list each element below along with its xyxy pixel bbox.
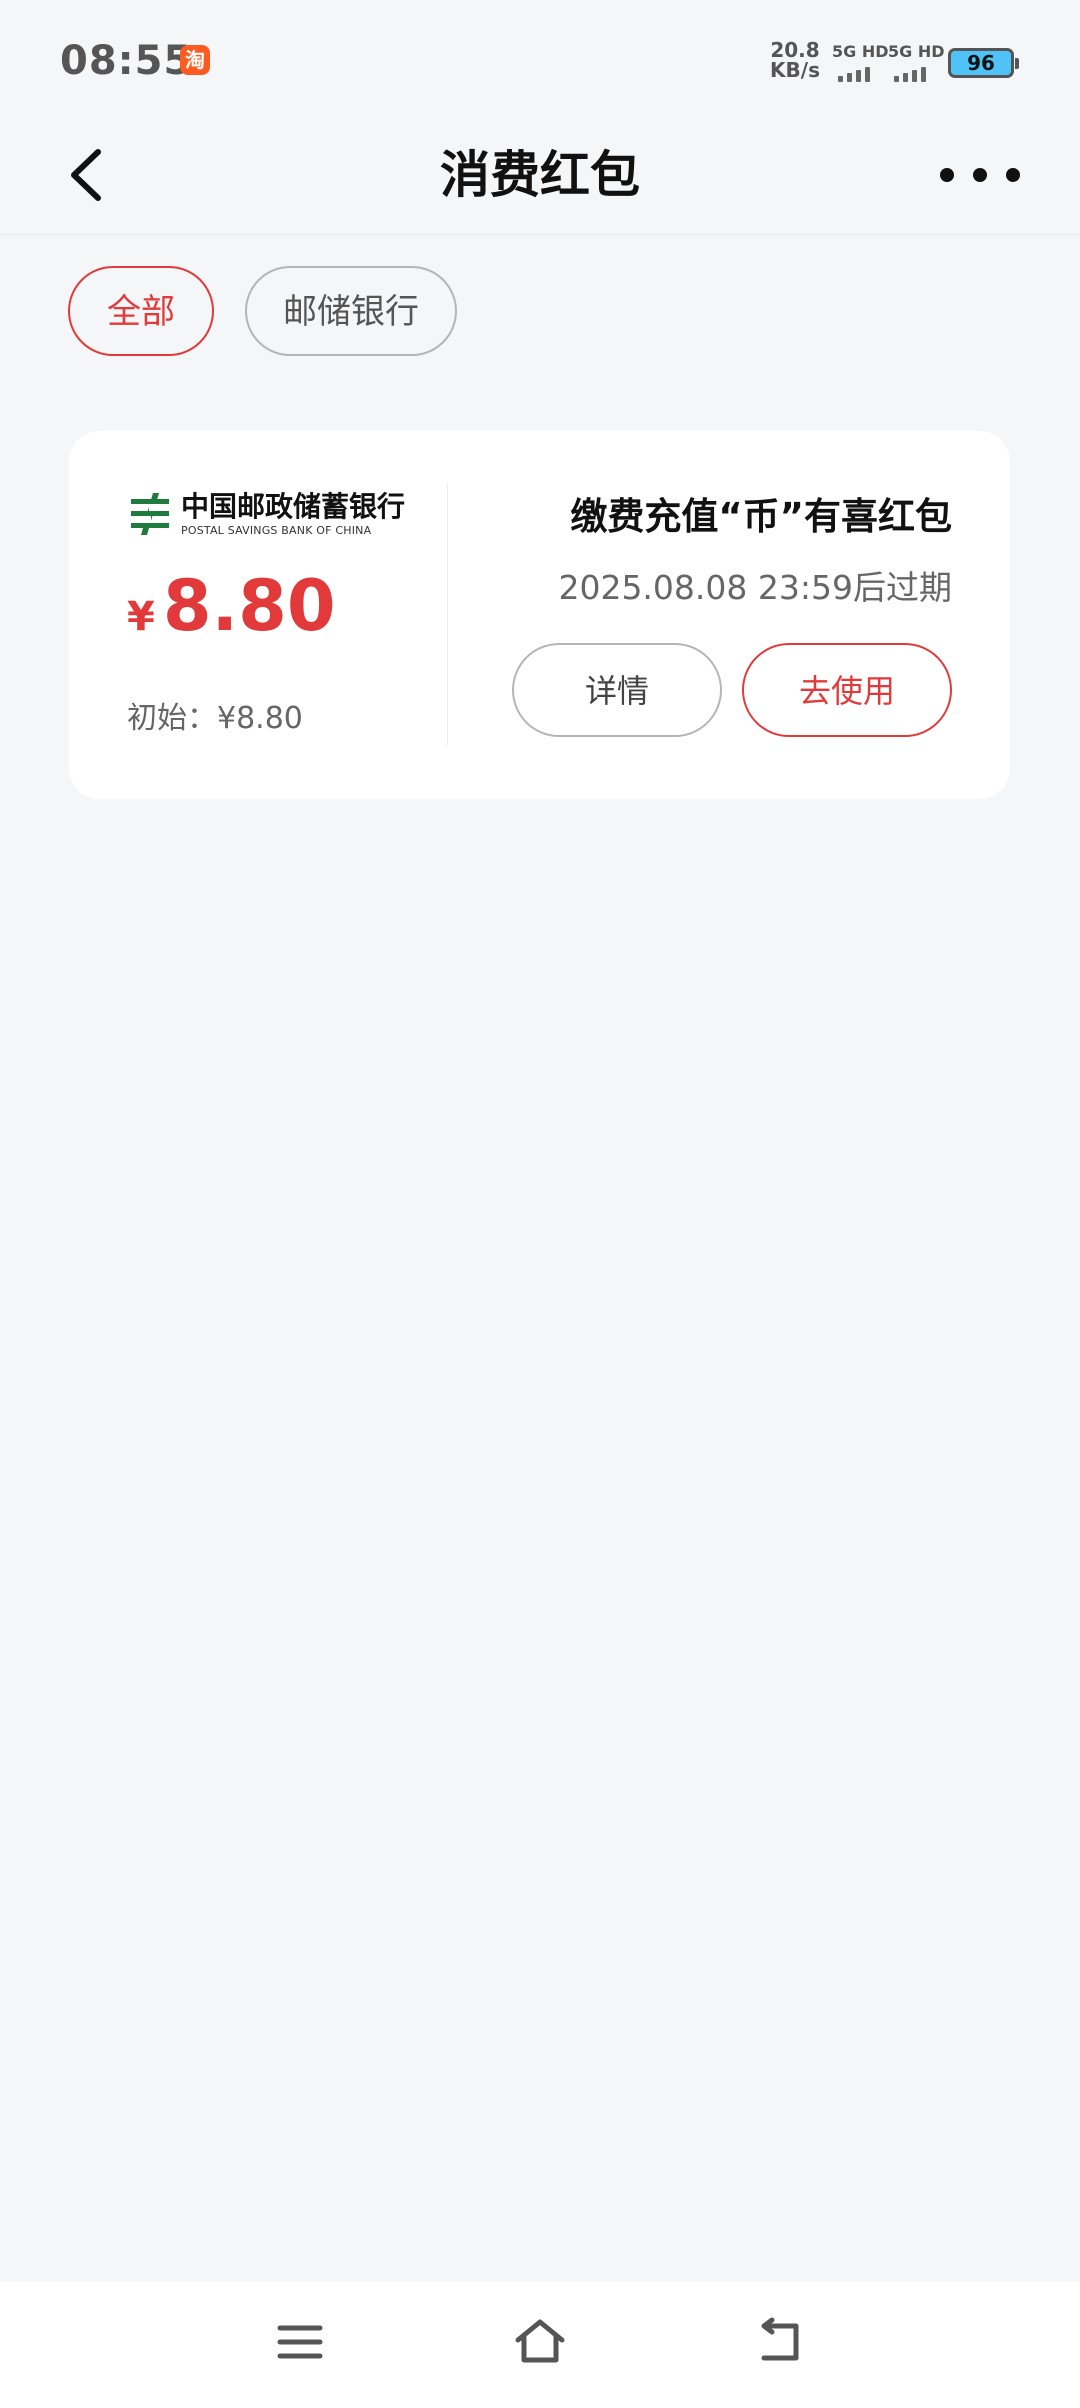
details-button[interactable]: 详情 [512,643,722,737]
signal-label: 5G HD [888,42,945,61]
more-dot-icon [973,168,987,182]
signal-label: 5G HD [832,42,889,61]
initial-amount: 初始：¥8.80 [127,701,303,736]
more-dot-icon [940,168,954,182]
bank-name-english: POSTAL SAVINGS BANK OF CHINA [181,524,372,537]
menu-icon [277,2325,323,2359]
network-speed-value: 20.8 [770,38,820,62]
recent-apps-button[interactable] [270,2312,330,2372]
return-icon [761,2317,799,2361]
promo-title: 缴费充值“币”有喜红包 [570,495,952,538]
home-button[interactable] [510,2312,570,2372]
taobao-notification-icon: 淘 [180,45,210,75]
page-title: 消费红包 [440,146,640,204]
signal-strength-icon: 5G HD [888,42,945,82]
expiry-text: 2025.08.08 23:59后过期 [558,568,952,607]
system-navigation-bar [0,2282,1080,2408]
signal-strength-icon: 5G HD [832,42,889,82]
status-bar: 08:55 淘 20.8 KB/s 5G HD 5G HD 96 [0,0,1080,120]
battery-level: 96 [967,51,995,75]
amount-value: 8.80 [162,565,336,647]
red-packet-card: 中国邮政储蓄银行 POSTAL SAVINGS BANK OF CHINA ¥8… [69,431,1010,799]
home-icon [515,2319,565,2363]
network-speed-unit: KB/s [770,58,820,82]
use-now-button[interactable]: 去使用 [742,643,952,737]
red-packet-amount: ¥8.80 [127,561,336,651]
card-divider [447,483,448,745]
more-options-button[interactable] [940,150,1020,200]
currency-symbol: ¥ [127,594,155,640]
page-header: 消费红包 [0,120,1080,235]
psbc-emblem-icon [131,493,169,535]
filter-chip-psbc[interactable]: 邮储银行 [245,266,457,356]
more-dot-icon [1006,168,1020,182]
filter-chip-all[interactable]: 全部 [68,266,214,356]
status-time: 08:55 [60,38,193,84]
psbc-logo: 中国邮政储蓄银行 POSTAL SAVINGS BANK OF CHINA [127,491,417,541]
network-speed: 20.8 KB/s [768,40,822,80]
bank-name-chinese: 中国邮政储蓄银行 [181,490,406,523]
back-nav-button[interactable] [750,2312,810,2372]
battery-icon: 96 [948,48,1019,78]
